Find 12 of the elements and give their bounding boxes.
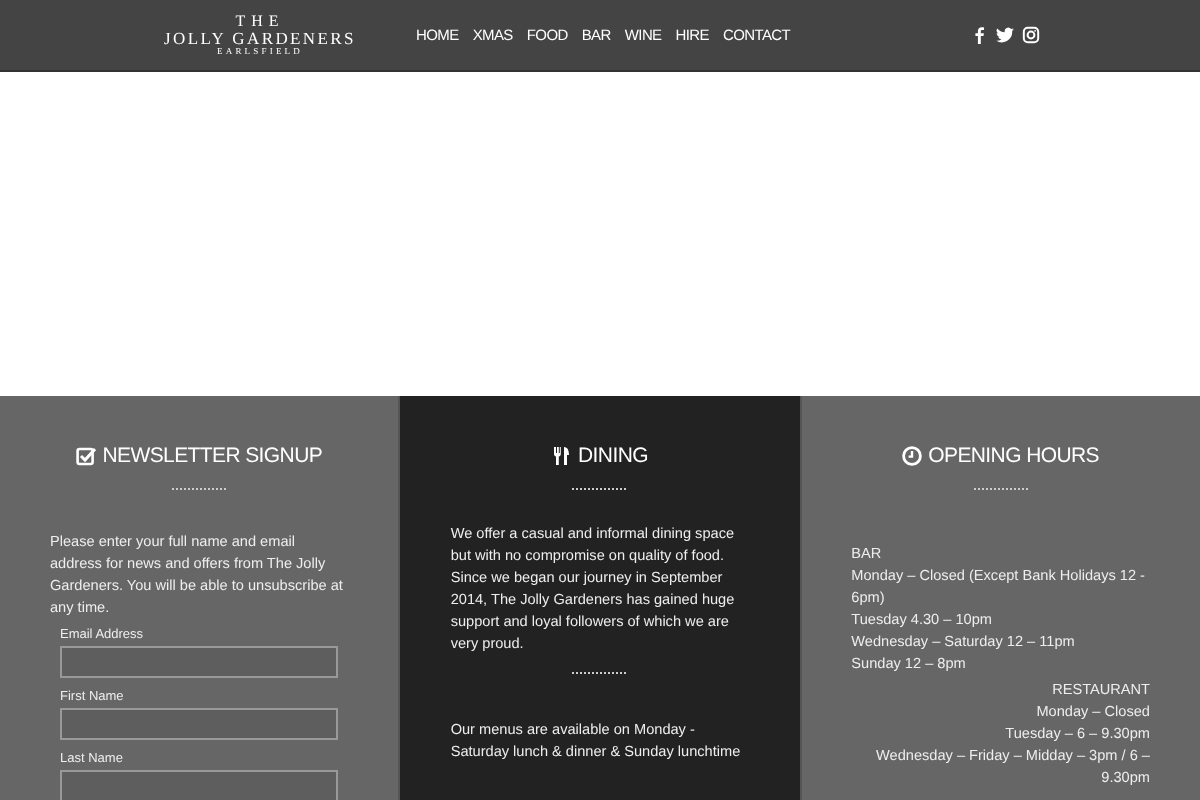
facebook-icon[interactable] bbox=[970, 26, 988, 44]
input-field[interactable] bbox=[60, 770, 339, 800]
cutlery-icon bbox=[552, 446, 573, 466]
input-field[interactable] bbox=[60, 708, 339, 740]
section-title: OPENING HOURS bbox=[928, 444, 1099, 468]
checkbox-icon bbox=[76, 446, 97, 466]
section-title: NEWSLETTER SIGNUP bbox=[102, 444, 323, 468]
twitter-icon[interactable] bbox=[996, 26, 1014, 44]
input-field[interactable] bbox=[60, 646, 339, 678]
instagram-icon[interactable] bbox=[1022, 26, 1040, 44]
clock-icon bbox=[902, 446, 923, 466]
section-title: DINING bbox=[578, 444, 648, 468]
